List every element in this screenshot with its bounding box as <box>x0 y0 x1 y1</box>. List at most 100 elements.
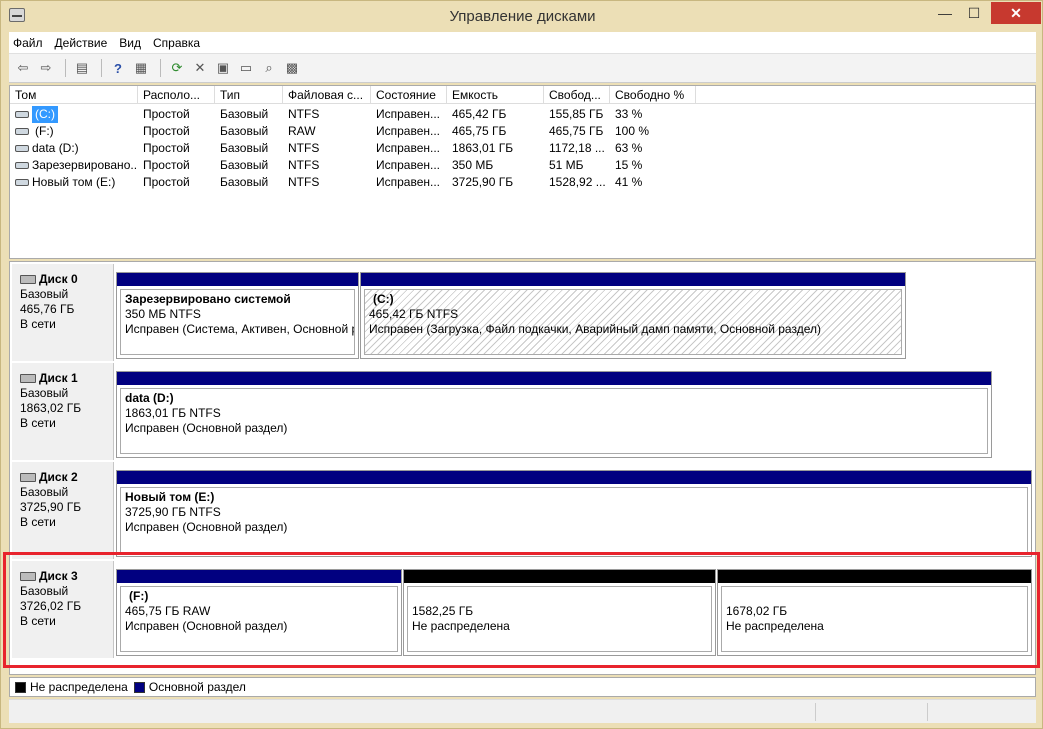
partition-bar-primary <box>361 273 905 286</box>
volume-type: Базовый <box>220 175 269 189</box>
partition[interactable]: data (D:) 1863,01 ГБ NTFS Исправен (Осно… <box>116 371 992 458</box>
column-header-status[interactable]: Состояние <box>371 86 447 104</box>
disk-size: 3725,90 ГБ <box>20 500 82 514</box>
partition-title: data (D:) <box>125 391 174 405</box>
volume-name: (C:) <box>32 106 58 123</box>
disk-label[interactable]: Диск 3 Базовый 3726,02 ГБ В сети <box>12 561 114 658</box>
menu-view[interactable]: Вид <box>119 36 141 50</box>
volume-status: Исправен... <box>376 158 441 172</box>
disk-state: В сети <box>20 317 56 331</box>
column-header-layout[interactable]: Располо... <box>138 86 215 104</box>
toolbar-separator <box>101 59 102 77</box>
volume-fs: NTFS <box>288 175 320 189</box>
volume-layout: Простой <box>143 107 190 121</box>
volume-row[interactable]: (F:) Простой Базовый RAW Исправен... 465… <box>10 123 1035 140</box>
volume-name: Зарезервировано... <box>32 158 138 172</box>
volume-free-percent: 33 % <box>615 107 643 121</box>
partition-bar-primary <box>117 570 401 583</box>
column-header-type[interactable]: Тип <box>215 86 283 104</box>
partition[interactable]: Зарезервировано системой 350 МБ NTFS Исп… <box>116 272 359 359</box>
partition-status: Не распределена <box>726 619 824 633</box>
volume-free: 155,85 ГБ <box>549 107 604 121</box>
partition-bar-primary <box>117 471 1031 484</box>
delete-icon[interactable]: ✕ <box>190 58 210 78</box>
status-pane <box>815 703 925 721</box>
disk-label[interactable]: Диск 1 Базовый 1863,02 ГБ В сети <box>12 363 114 460</box>
partition-size: 1863,01 ГБ NTFS <box>125 406 221 420</box>
volume-row[interactable]: Зарезервировано... Простой Базовый NTFS … <box>10 157 1035 174</box>
unallocated-space[interactable]: 1678,02 ГБ Не распределена <box>717 569 1032 656</box>
partition[interactable]: Новый том (E:) 3725,90 ГБ NTFS Исправен … <box>116 470 1032 557</box>
disk-2[interactable]: Диск 2 Базовый 3725,90 ГБ В сети Новый т… <box>12 462 1032 559</box>
column-header-volume[interactable]: Том <box>10 86 138 104</box>
volume-free: 465,75 ГБ <box>549 124 604 138</box>
properties-icon[interactable]: ▣ <box>213 58 233 78</box>
partition-status: Не распределена <box>412 619 510 633</box>
console-tree-icon[interactable]: ▤ <box>72 58 92 78</box>
disk-0[interactable]: Диск 0 Базовый 465,76 ГБ В сети Зарезерв… <box>12 264 1032 361</box>
partition[interactable]: (F:) 465,75 ГБ RAW Исправен (Основной ра… <box>116 569 402 656</box>
partition-size: 1678,02 ГБ <box>726 604 788 618</box>
volume-fs: NTFS <box>288 141 320 155</box>
disk-type: Базовый <box>20 287 69 301</box>
toolbar-separator <box>160 59 161 77</box>
volume-row[interactable]: (C:) Простой Базовый NTFS Исправен... 46… <box>10 106 1035 123</box>
maximize-button[interactable]: ☐ <box>961 2 987 24</box>
back-icon[interactable]: ⇦ <box>13 58 33 78</box>
disk-label[interactable]: Диск 2 Базовый 3725,90 ГБ В сети <box>12 462 114 559</box>
title-bar[interactable]: Управление дисками — ☐ ✕ <box>1 1 1043 31</box>
partition[interactable]: (C:) 465,42 ГБ NTFS Исправен (Загрузка, … <box>360 272 906 359</box>
status-bar <box>9 699 1036 723</box>
volume-capacity: 1863,01 ГБ <box>452 141 514 155</box>
menu-help[interactable]: Справка <box>153 36 200 50</box>
volume-icon <box>15 145 29 152</box>
volume-type: Базовый <box>220 107 269 121</box>
volume-capacity: 350 МБ <box>452 158 494 172</box>
column-header-capacity[interactable]: Емкость <box>447 86 544 104</box>
volume-icon <box>15 179 29 186</box>
refresh-icon[interactable]: ⟳ <box>167 58 187 78</box>
volume-row[interactable]: data (D:) Простой Базовый NTFS Исправен.… <box>10 140 1035 157</box>
volume-layout: Простой <box>143 175 190 189</box>
menu-bar: Файл Действие Вид Справка <box>9 32 1036 53</box>
disk-type: Базовый <box>20 584 69 598</box>
properties-pane-icon[interactable]: ▦ <box>131 58 151 78</box>
search-icon[interactable]: ⌕ <box>259 58 279 78</box>
toolbar-separator <box>65 59 66 77</box>
partition-status: Исправен (Основной раздел) <box>125 619 288 633</box>
volume-free-percent: 63 % <box>615 141 643 155</box>
volume-layout: Простой <box>143 141 190 155</box>
volume-layout: Простой <box>143 158 190 172</box>
volume-row[interactable]: Новый том (E:) Простой Базовый NTFS Испр… <box>10 174 1035 191</box>
column-header-free[interactable]: Свобод... <box>544 86 610 104</box>
menu-file[interactable]: Файл <box>13 36 43 50</box>
volume-capacity: 465,75 ГБ <box>452 124 507 138</box>
minimize-button[interactable]: — <box>932 2 958 24</box>
disk-state: В сети <box>20 416 56 430</box>
disk-label[interactable]: Диск 0 Базовый 465,76 ГБ В сети <box>12 264 114 361</box>
column-header-free-percent[interactable]: Свободно % <box>610 86 696 104</box>
partition-bar-primary <box>117 372 991 385</box>
help-icon[interactable]: ? <box>108 58 128 78</box>
settings-icon[interactable]: ▩ <box>282 58 302 78</box>
toolbar: ⇦ ⇨ ▤ ? ▦ ⟳ ✕ ▣ ▭ ⌕ ▩ <box>9 53 1036 83</box>
column-header-filesystem[interactable]: Файловая с... <box>283 86 371 104</box>
volume-fs: RAW <box>288 124 316 138</box>
open-folder-icon[interactable]: ▭ <box>236 58 256 78</box>
partition-status: Исправен (Система, Активен, Основной р <box>125 322 355 336</box>
volume-layout: Простой <box>143 124 190 138</box>
unallocated-space[interactable]: 1582,25 ГБ Не распределена <box>403 569 716 656</box>
menu-action[interactable]: Действие <box>55 36 108 50</box>
disk-3[interactable]: Диск 3 Базовый 3726,02 ГБ В сети (F:) 46… <box>12 561 1032 658</box>
volume-type: Базовый <box>220 124 269 138</box>
volume-capacity: 3725,90 ГБ <box>452 175 514 189</box>
partition-status: Исправен (Основной раздел) <box>125 421 288 435</box>
legend-primary: Основной раздел <box>148 680 246 694</box>
volume-type: Базовый <box>220 141 269 155</box>
disk-size: 465,76 ГБ <box>20 302 75 316</box>
legend-swatch-primary <box>133 681 145 693</box>
volume-status: Исправен... <box>376 107 441 121</box>
close-button[interactable]: ✕ <box>991 2 1041 24</box>
forward-icon[interactable]: ⇨ <box>36 58 56 78</box>
disk-1[interactable]: Диск 1 Базовый 1863,02 ГБ В сети data (D… <box>12 363 1032 460</box>
